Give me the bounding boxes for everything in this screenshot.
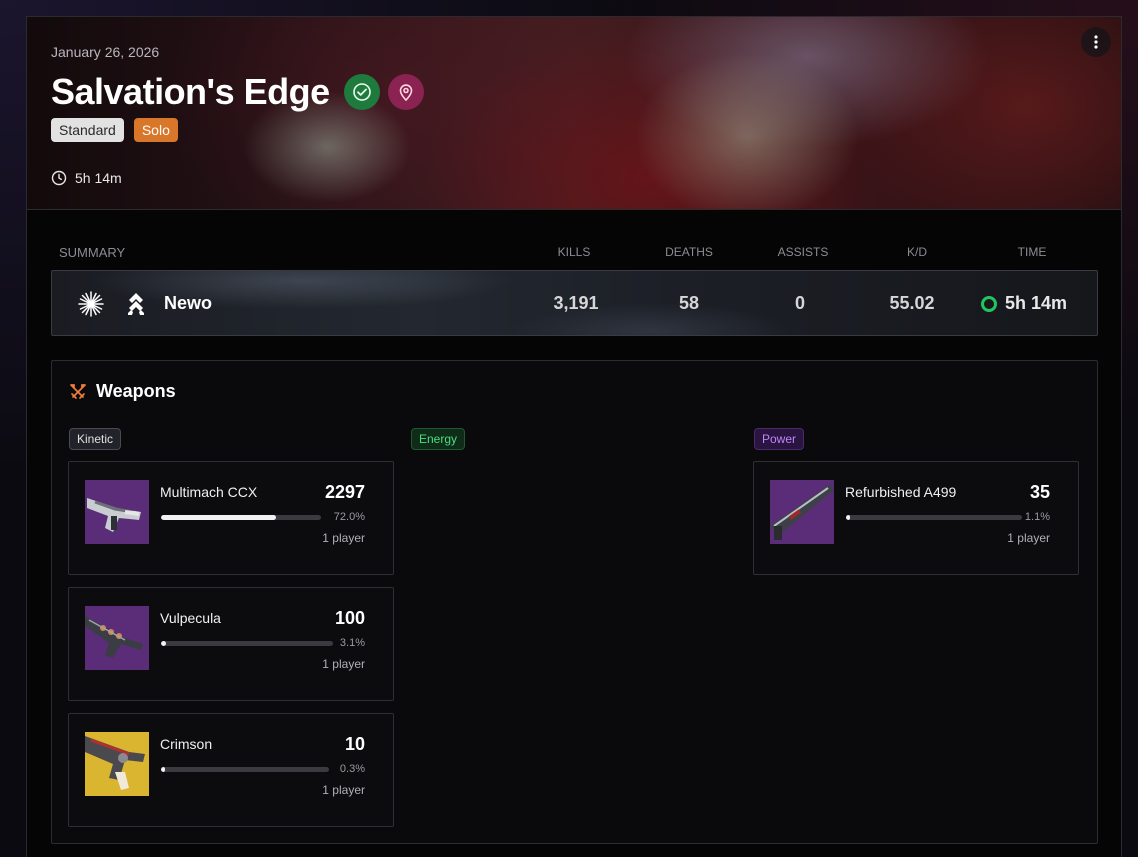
column-kd: K/D xyxy=(906,245,927,259)
kebab-menu-icon xyxy=(1094,35,1098,49)
activity-title: Salvation's Edge xyxy=(51,71,330,112)
weapon-percent: 3.1% xyxy=(339,637,365,649)
weapon-image xyxy=(85,606,149,670)
weapon-players: 1 player xyxy=(1007,531,1050,545)
more-options-button[interactable] xyxy=(1081,27,1111,57)
player-time: 5h 14m xyxy=(981,293,1067,314)
tag-solo: Solo xyxy=(133,118,178,142)
column-time: TIME xyxy=(1017,245,1047,259)
duration-text: 5h 14m xyxy=(75,170,122,186)
usage-bar-fill xyxy=(846,515,851,520)
column-kills: KILLS xyxy=(557,245,591,259)
weapon-name[interactable]: Vulpecula xyxy=(160,610,221,626)
location-pin-icon xyxy=(387,74,424,110)
player-assists: 0 xyxy=(794,293,805,313)
usage-bar xyxy=(161,641,333,646)
weapon-players: 1 player xyxy=(322,783,365,797)
usage-bar-fill xyxy=(161,515,277,520)
activity-date: January 26, 2026 xyxy=(51,44,160,60)
weapon-name[interactable]: Refurbished A499 xyxy=(845,484,956,500)
weapon-percent: 1.1% xyxy=(1024,511,1050,523)
slot-energy: Energy xyxy=(411,428,466,450)
weapons-heading: Weapons xyxy=(68,381,176,402)
weapon-image xyxy=(85,480,149,544)
summary-header: SUMMARY KILLS DEATHS ASSISTS K/D TIME xyxy=(27,243,1121,263)
usage-bar-fill xyxy=(161,641,167,646)
usage-bar xyxy=(161,767,329,772)
usage-bar xyxy=(846,515,1022,520)
activity-duration: 5h 14m xyxy=(51,170,122,186)
weapon-kills: 35 xyxy=(1029,482,1050,502)
completed-check-icon xyxy=(343,74,380,110)
weapon-kills: 10 xyxy=(344,734,365,754)
weapon-kills: 100 xyxy=(334,608,365,628)
player-row[interactable]: Newo 3,191 58 0 55.02 5h 14m xyxy=(51,270,1098,336)
weapon-name[interactable]: Crimson xyxy=(160,736,212,752)
weapons-title: Weapons xyxy=(96,381,176,401)
slot-kinetic: Kinetic xyxy=(69,428,122,450)
weapon-percent: 72.0% xyxy=(333,511,365,523)
weapon-card[interactable]: Multimach CCX 2297 72.0% 1 player xyxy=(68,461,394,575)
warlock-class-icon xyxy=(128,293,144,315)
weapon-kills: 2297 xyxy=(324,482,365,502)
weapon-players: 1 player xyxy=(322,657,365,671)
player-time-text: 5h 14m xyxy=(1005,293,1068,313)
activity-report: January 26, 2026 Salvation's Edge Standa… xyxy=(26,16,1122,857)
player-name[interactable]: Newo xyxy=(164,293,212,314)
activity-tags: Standard Solo xyxy=(51,118,178,142)
activity-header: January 26, 2026 Salvation's Edge Standa… xyxy=(27,17,1121,210)
solar-subclass-icon xyxy=(78,291,104,317)
weapon-name[interactable]: Multimach CCX xyxy=(160,484,257,500)
column-deaths: DEATHS xyxy=(665,245,713,259)
player-deaths: 58 xyxy=(678,293,700,313)
weapon-card[interactable]: Refurbished A499 35 1.1% 1 player xyxy=(753,461,1079,575)
player-kills: 3,191 xyxy=(553,293,599,313)
weapon-image xyxy=(770,480,834,544)
usage-bar-fill xyxy=(161,767,166,772)
slot-power: Power xyxy=(754,428,805,450)
completed-ring-icon xyxy=(981,295,997,312)
weapon-image xyxy=(85,732,149,796)
clock-icon xyxy=(51,170,67,186)
usage-bar xyxy=(161,515,321,520)
tag-standard: Standard xyxy=(51,118,124,142)
weapons-panel: Weapons Kinetic Energy Power Multimach C… xyxy=(51,360,1098,844)
weapon-players: 1 player xyxy=(322,531,365,545)
weapon-percent: 0.3% xyxy=(339,763,365,775)
summary-label: SUMMARY xyxy=(59,245,126,260)
column-assists: ASSISTS xyxy=(777,245,829,259)
weapon-card[interactable]: Vulpecula 100 3.1% 1 player xyxy=(68,587,394,701)
crossed-swords-icon xyxy=(70,383,86,399)
player-kd: 55.02 xyxy=(889,293,935,313)
title-row: Salvation's Edge xyxy=(51,71,424,113)
weapon-card[interactable]: Crimson 10 0.3% 1 player xyxy=(68,713,394,827)
